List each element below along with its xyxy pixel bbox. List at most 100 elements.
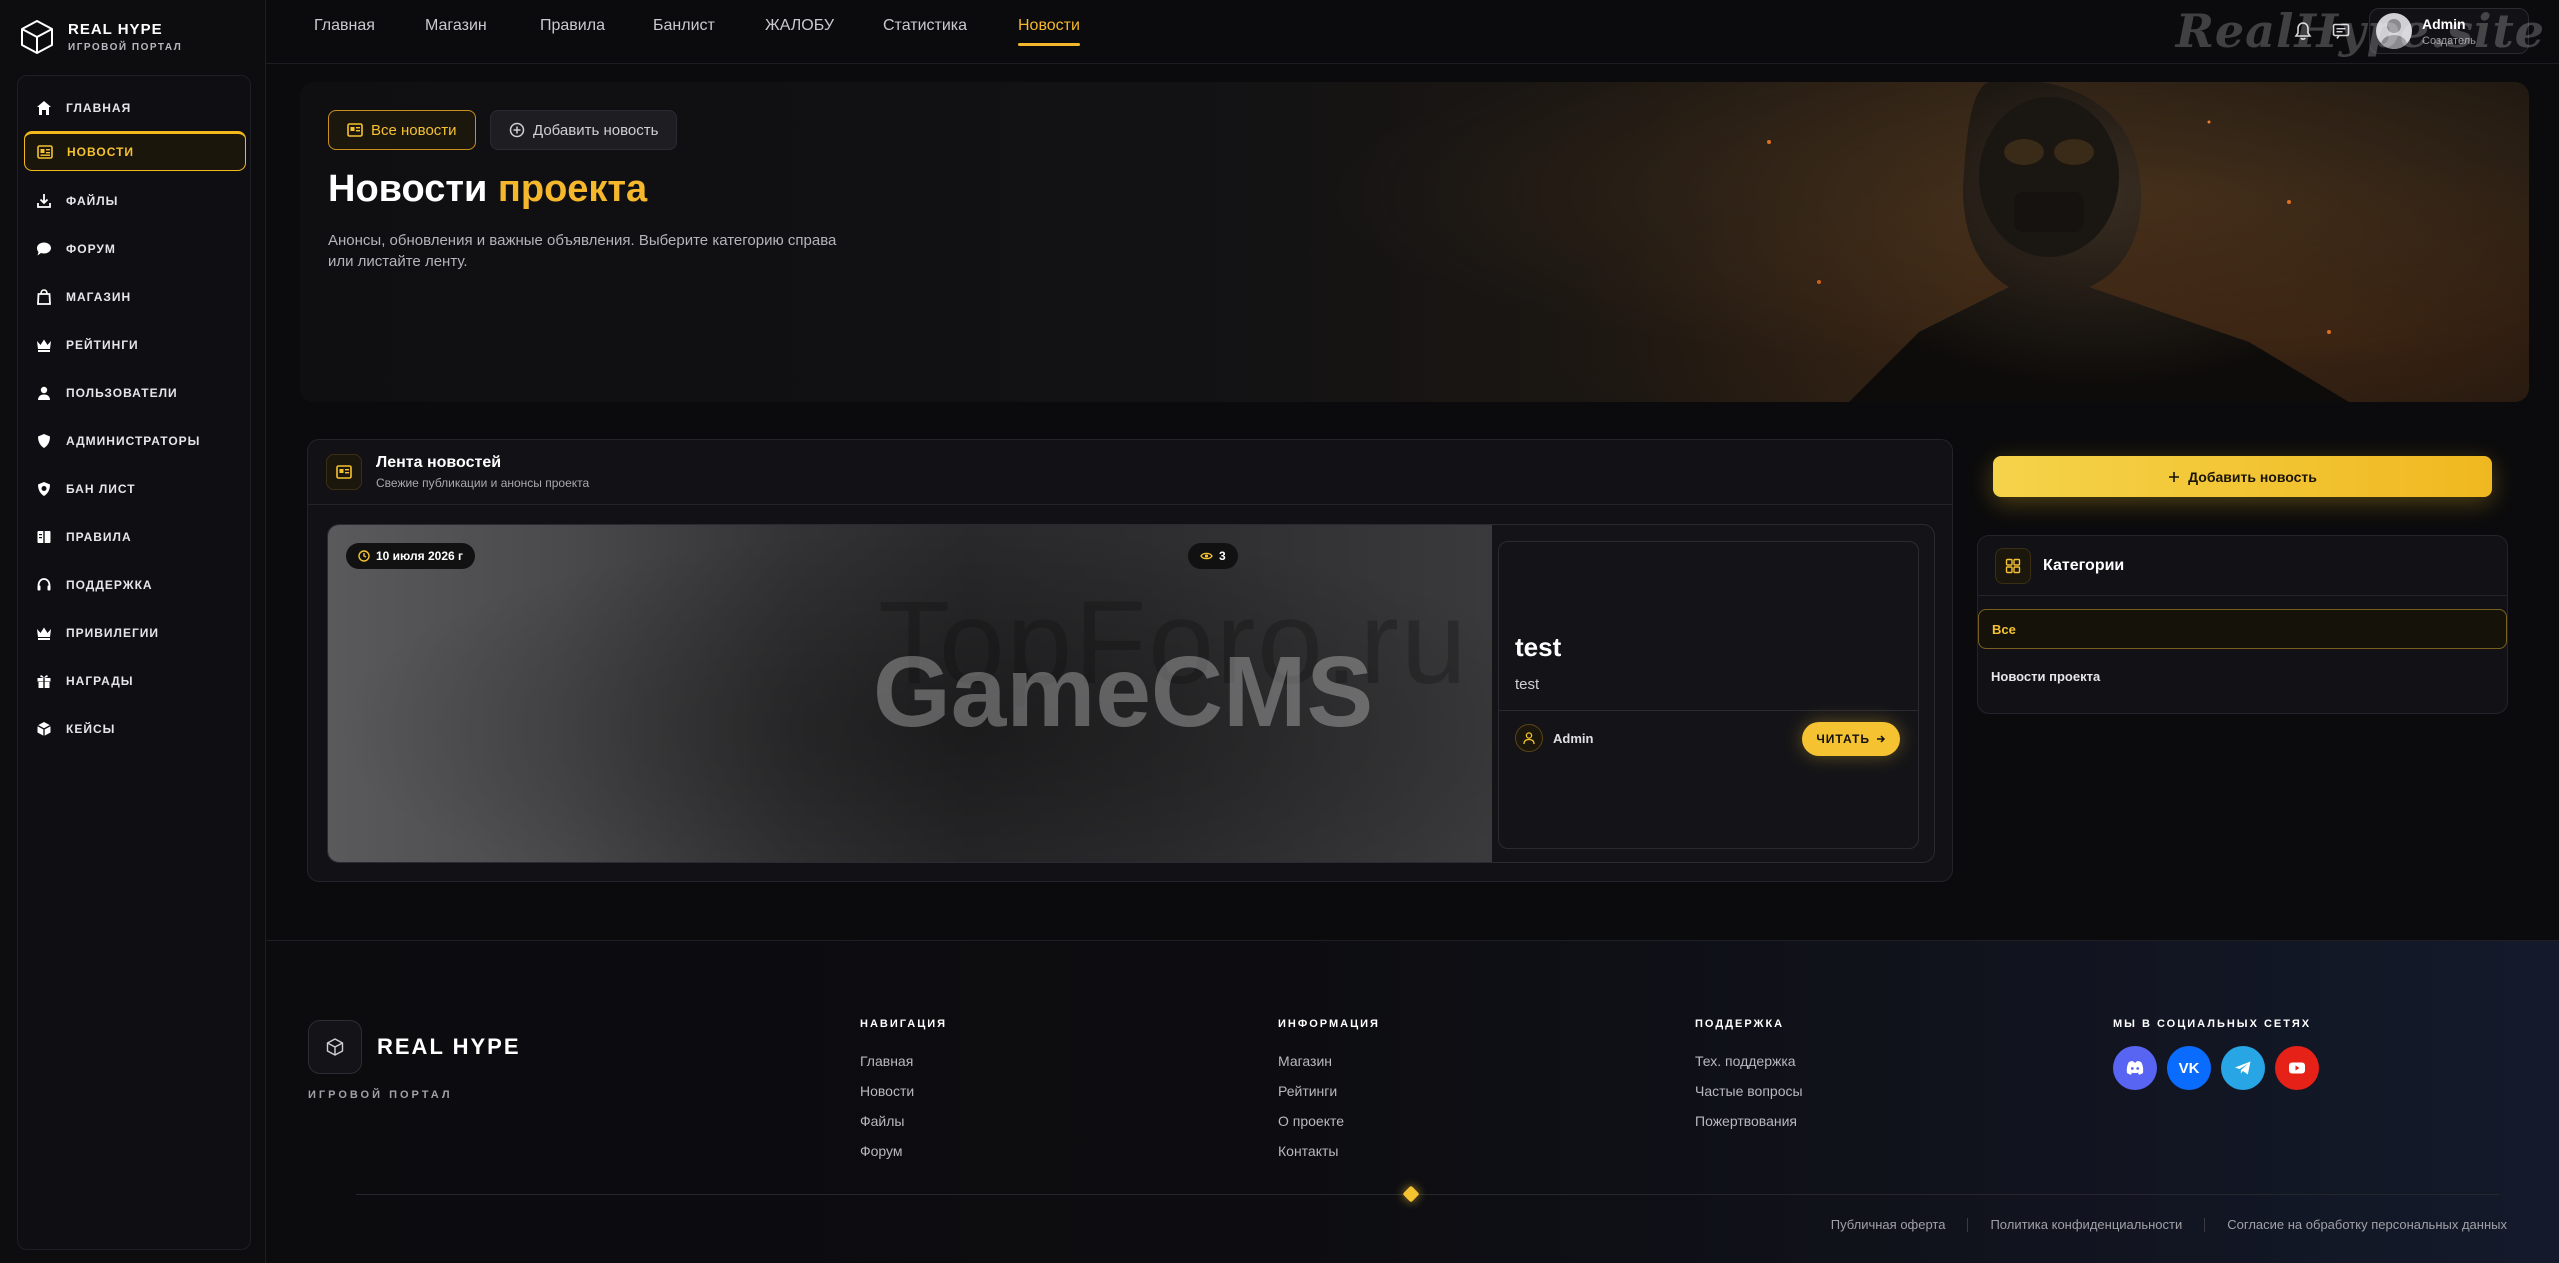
legal-offer-link[interactable]: Публичная оферта xyxy=(1831,1217,1946,1232)
users-icon xyxy=(38,386,50,400)
legal-privacy-link[interactable]: Политика конфиденциальности xyxy=(1990,1217,2182,1232)
news-title[interactable]: test xyxy=(1515,632,1561,663)
footer-link[interactable]: Тех. поддержка xyxy=(1695,1046,1803,1076)
footer-link[interactable]: Частые вопросы xyxy=(1695,1076,1803,1106)
sidebar-item-files[interactable]: ФАЙЛЫ xyxy=(24,181,246,221)
discord-icon[interactable] xyxy=(2113,1046,2157,1090)
sidebar-item-banlist[interactable]: БАН ЛИСТ xyxy=(24,469,246,509)
news-card[interactable]: TopForo.ru GameCMS 10 июля 2026 г 3 test… xyxy=(327,524,1935,863)
user-role: Создатель xyxy=(2422,34,2476,47)
grid-icon xyxy=(2005,558,2021,574)
avatar xyxy=(2376,13,2412,49)
news-date-badge: 10 июля 2026 г xyxy=(346,543,475,569)
sidebar-item-ratings[interactable]: РЕЙТИНГИ xyxy=(24,325,246,365)
home-icon xyxy=(37,101,51,115)
bell-icon[interactable] xyxy=(2293,21,2313,41)
topnav-link-rules[interactable]: Правила xyxy=(540,17,605,35)
shield-icon xyxy=(38,434,50,448)
bag-icon xyxy=(37,289,51,305)
topnav-link-banlist[interactable]: Банлист xyxy=(653,17,715,35)
sidebar-item-rules[interactable]: ПРАВИЛА xyxy=(24,517,246,557)
page-title-accent: проекта xyxy=(497,168,648,210)
add-news-button[interactable]: Добавить новость xyxy=(1993,456,2492,497)
youtube-icon[interactable] xyxy=(2275,1046,2319,1090)
category-label: Новости проекта xyxy=(1991,668,2101,684)
message-icon[interactable] xyxy=(2331,21,2351,41)
footer-divider xyxy=(356,1194,2499,1195)
footer-link[interactable]: Рейтинги xyxy=(1278,1076,1380,1106)
footer-logo[interactable] xyxy=(308,1020,362,1074)
news-card-image[interactable]: TopForo.ru GameCMS 10 июля 2026 г 3 xyxy=(328,525,1492,862)
footer-brand: REAL HYPE xyxy=(377,1034,521,1059)
vk-glyph: VK xyxy=(2178,1059,2200,1077)
sidebar-item-label: АДМИНИСТРАТОРЫ xyxy=(66,434,201,448)
feed-icon xyxy=(326,454,362,490)
author-name: Admin xyxy=(1553,730,1594,746)
sidebar-nav: ГЛАВНАЯ НОВОСТИ ФАЙЛЫ ФОРУМ МАГАЗИН РЕЙТ… xyxy=(17,75,251,1250)
cube-logo-icon xyxy=(326,1038,344,1056)
user-name: Admin xyxy=(2422,15,2466,32)
footer-col-information: ИНФОРМАЦИЯ Магазин Рейтинги О проекте Ко… xyxy=(1278,1018,1380,1166)
topnav-link-stats[interactable]: Статистика xyxy=(883,17,967,35)
footer-link[interactable]: Контакты xyxy=(1278,1136,1380,1166)
category-all[interactable]: Все xyxy=(1978,609,2507,649)
footer-col-heading: НАВИГАЦИЯ xyxy=(860,1018,948,1030)
sidebar: REAL HYPE ИГРОВОЙ ПОРТАЛ ГЛАВНАЯ НОВОСТИ… xyxy=(0,0,266,1263)
footer-link[interactable]: Файлы xyxy=(860,1106,947,1136)
sidebar-item-privileges[interactable]: ПРИВИЛЕГИИ xyxy=(24,613,246,653)
read-button[interactable]: ЧИТАТЬ xyxy=(1802,722,1900,756)
categories-title: Категории xyxy=(2043,557,2125,574)
user-icon xyxy=(1523,732,1535,745)
sidebar-item-label: НАГРАДЫ xyxy=(66,674,134,688)
category-project-news[interactable]: Новости проекта xyxy=(1978,656,2507,696)
footer-col-heading: ИНФОРМАЦИЯ xyxy=(1278,1018,1380,1030)
topnav-link-home[interactable]: Главная xyxy=(314,17,375,35)
topnav-link-complaint[interactable]: ЖАЛОБУ xyxy=(765,17,834,35)
news-date: 10 июля 2026 г xyxy=(376,549,463,563)
sidebar-item-home[interactable]: ГЛАВНАЯ xyxy=(24,88,246,128)
topnav-link-shop[interactable]: Магазин xyxy=(425,17,487,35)
sidebar-item-forum[interactable]: ФОРУМ xyxy=(24,229,246,269)
topnav-link-news[interactable]: Новости xyxy=(1018,17,1080,46)
eye-icon xyxy=(1200,552,1213,560)
legal-consent-link[interactable]: Согласие на обработку персональных данны… xyxy=(2227,1217,2507,1232)
sidebar-item-label: ПОДДЕРЖКА xyxy=(66,578,153,592)
sidebar-item-support[interactable]: ПОДДЕРЖКА xyxy=(24,565,246,605)
author-icon xyxy=(1515,724,1543,752)
sidebar-item-shop[interactable]: МАГАЗИН xyxy=(24,277,246,317)
sidebar-item-users[interactable]: ПОЛЬЗОВАТЕЛИ xyxy=(24,373,246,413)
sidebar-item-cases[interactable]: КЕЙСЫ xyxy=(24,709,246,749)
sidebar-item-admins[interactable]: АДМИНИСТРАТОРЫ xyxy=(24,421,246,461)
cube-logo-icon xyxy=(21,20,53,54)
telegram-icon[interactable] xyxy=(2221,1046,2265,1090)
vk-icon[interactable]: VK xyxy=(2167,1046,2211,1090)
headset-icon xyxy=(37,578,51,591)
footer-link[interactable]: Пожертвования xyxy=(1695,1106,1803,1136)
separator xyxy=(2204,1217,2206,1232)
sidebar-item-news[interactable]: НОВОСТИ xyxy=(24,131,246,171)
footer-link[interactable]: Новости xyxy=(860,1076,947,1106)
sidebar-item-rewards[interactable]: НАГРАДЫ xyxy=(24,661,246,701)
plus-icon xyxy=(2169,471,2180,482)
sidebar-item-label: ФОРУМ xyxy=(66,242,116,256)
footer-link[interactable]: Форум xyxy=(860,1136,947,1166)
cube-icon xyxy=(37,722,51,736)
chat-icon xyxy=(37,242,51,256)
news-icon xyxy=(336,465,352,479)
news-card-info: test test Admin ЧИТАТЬ xyxy=(1498,541,1919,849)
news-excerpt: test xyxy=(1515,676,1540,693)
footer-col-heading: МЫ В СОЦИАЛЬНЫХ СЕТЯХ xyxy=(2113,1018,2312,1030)
hero-banner: Все новости Добавить новость Новости про… xyxy=(300,82,2529,402)
add-news-button-label: Добавить новость xyxy=(2188,468,2317,485)
footer-subtitle: ИГРОВОЙ ПОРТАЛ xyxy=(308,1089,453,1101)
feed-subtitle: Свежие публикации и анонсы проекта xyxy=(376,476,590,490)
user-menu[interactable]: Admin Создатель xyxy=(2369,8,2529,54)
footer-link[interactable]: О проекте xyxy=(1278,1106,1380,1136)
hero-add-news-button[interactable]: Добавить новость xyxy=(490,110,678,150)
all-news-button[interactable]: Все новости xyxy=(328,110,476,150)
brand[interactable]: REAL HYPE ИГРОВОЙ ПОРТАЛ xyxy=(18,18,182,56)
footer-link[interactable]: Магазин xyxy=(1278,1046,1380,1076)
news-author: Admin xyxy=(1515,724,1593,752)
sidebar-item-label: ФАЙЛЫ xyxy=(66,194,119,208)
footer-link[interactable]: Главная xyxy=(860,1046,947,1076)
